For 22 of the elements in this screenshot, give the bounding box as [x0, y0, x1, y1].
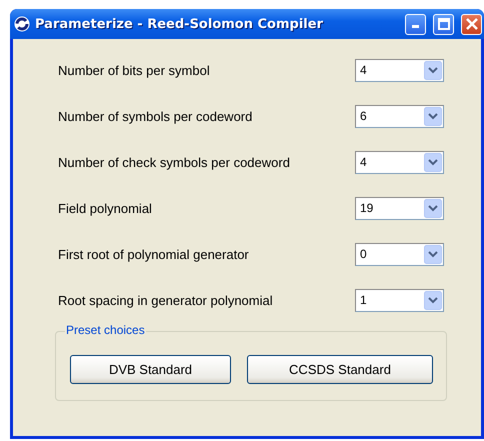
field-label: Field polynomial [58, 200, 153, 216]
dropdown-field[interactable]: 0 [355, 242, 444, 266]
app-icon [14, 16, 30, 32]
field-label: First root of polynomial generator [58, 246, 250, 262]
dropdown-field[interactable]: 19 [355, 196, 444, 220]
field-label: Number of bits per symbol [58, 62, 211, 78]
field-label: Root spacing in generator polynomial [58, 292, 274, 308]
maximize-button[interactable] [433, 14, 454, 34]
preset-button[interactable]: CCSDS Standard [247, 355, 433, 384]
dropdown-field[interactable]: 1 [355, 288, 444, 312]
group-title: Preset choices [65, 323, 146, 337]
dropdown-field[interactable]: 4 [355, 58, 444, 82]
maximize-icon [438, 18, 450, 30]
preset-button[interactable]: DVB Standard [70, 355, 231, 384]
field-label: Number of symbols per codeword [58, 108, 254, 124]
close-button[interactable] [461, 14, 482, 34]
close-icon [466, 18, 478, 30]
dropdown-field[interactable]: 6 [355, 104, 444, 128]
field-label: Number of check symbols per codeword [58, 154, 291, 170]
window-title: Parameterize - Reed-Solomon Compiler [35, 16, 324, 32]
dropdown-field[interactable]: 4 [355, 150, 444, 174]
minimize-button[interactable] [405, 14, 426, 34]
